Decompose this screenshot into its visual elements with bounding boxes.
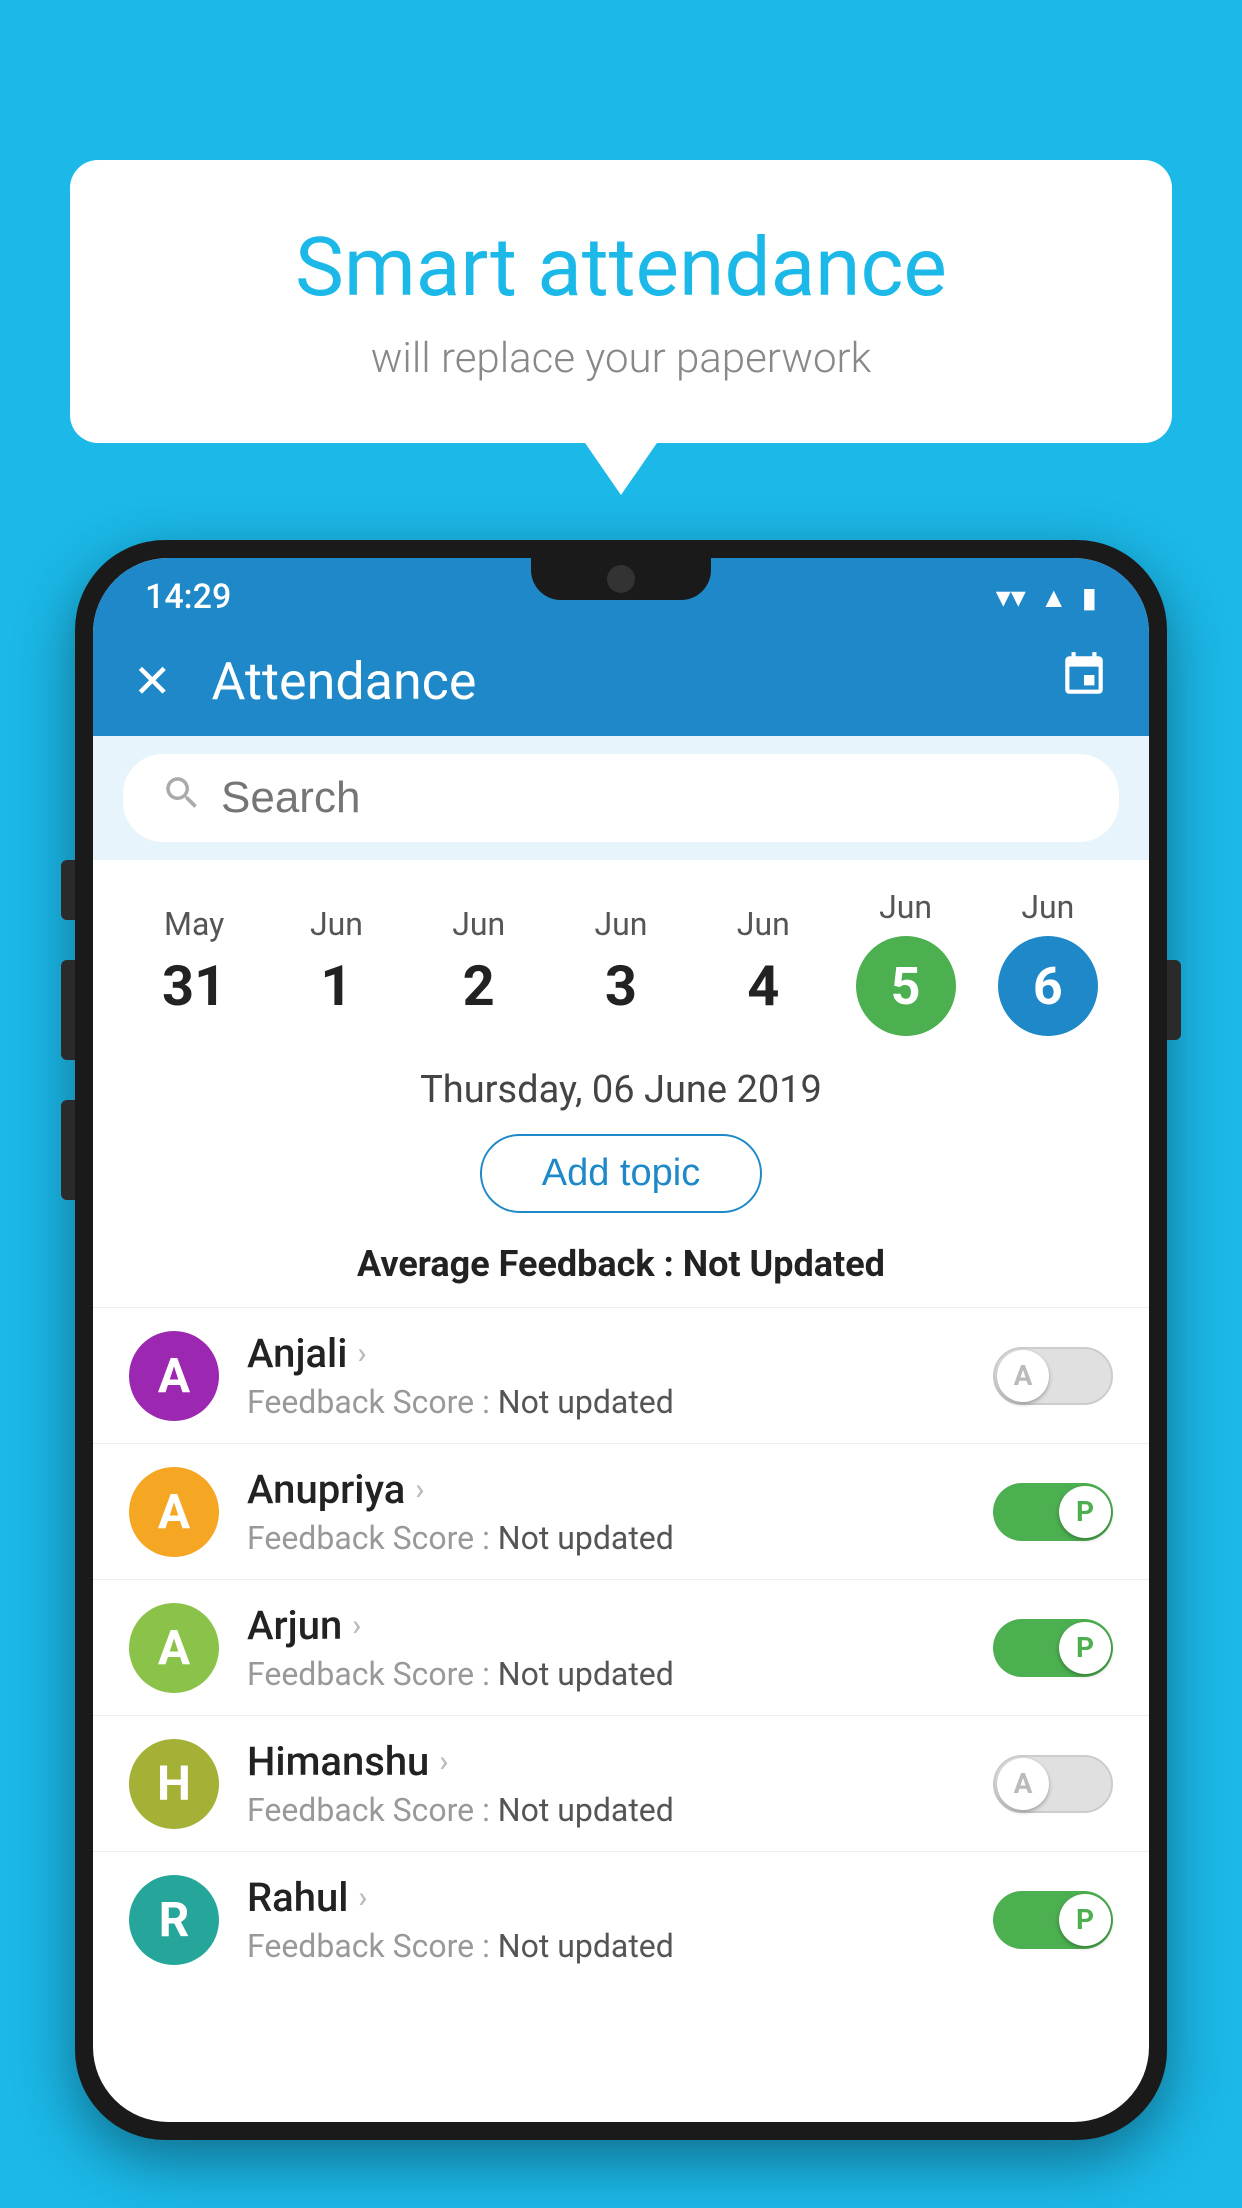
attendance-toggle[interactable]: P (993, 1891, 1113, 1949)
chevron-icon: › (352, 1608, 361, 1643)
date-month: Jun (834, 888, 976, 926)
student-avatar: A (129, 1467, 219, 1557)
side-button-right (1167, 960, 1181, 1040)
date-month: Jun (265, 905, 407, 943)
student-info: Anjali › Feedback Score : Not updated (247, 1330, 965, 1421)
battery-icon: ▮ (1082, 581, 1097, 614)
signal-icon: ▲ (1040, 581, 1068, 614)
search-bar-container (93, 736, 1149, 860)
student-feedback: Feedback Score : Not updated (247, 1791, 965, 1829)
date-heading: Thursday, 06 June 2019 (93, 1046, 1149, 1126)
student-info: Anupriya › Feedback Score : Not updated (247, 1466, 965, 1557)
student-name: Anjali › (247, 1330, 965, 1377)
phone-frame: 14:29 ▾▾ ▲ ▮ ✕ Attendance (75, 540, 1167, 2208)
date-day-selected-green[interactable]: 5 (856, 936, 956, 1036)
date-month: May (123, 905, 265, 943)
date-month: Jun (692, 905, 834, 943)
student-name: Anupriya › (247, 1466, 965, 1513)
student-name: Rahul › (247, 1874, 965, 1921)
date-day[interactable]: 3 (550, 953, 692, 1019)
chevron-icon: › (358, 1880, 367, 1915)
student-item[interactable]: A Arjun › Feedback Score : Not updated P (93, 1579, 1149, 1715)
student-name: Arjun › (247, 1602, 965, 1649)
speech-bubble: Smart attendance will replace your paper… (70, 160, 1172, 443)
toggle-knob: A (997, 1350, 1049, 1402)
date-strip: May31Jun1Jun2Jun3Jun4Jun5Jun6 (93, 860, 1149, 1046)
date-col[interactable]: Jun 4 (692, 905, 834, 1019)
attendance-toggle[interactable]: P (993, 1619, 1113, 1677)
date-col[interactable]: Jun 5 (834, 888, 976, 1036)
student-info: Arjun › Feedback Score : Not updated (247, 1602, 965, 1693)
toggle-knob: P (1059, 1622, 1111, 1674)
bubble-title: Smart attendance (150, 220, 1092, 316)
status-time: 14:29 (145, 577, 231, 617)
student-feedback: Feedback Score : Not updated (247, 1383, 965, 1421)
student-avatar: A (129, 1603, 219, 1693)
close-button[interactable]: ✕ (133, 654, 172, 709)
speech-bubble-container: Smart attendance will replace your paper… (70, 160, 1172, 443)
student-item[interactable]: R Rahul › Feedback Score : Not updated P (93, 1851, 1149, 1987)
avg-feedback-value: Not Updated (683, 1243, 885, 1285)
date-col[interactable]: May 31 (123, 905, 265, 1019)
date-day[interactable]: 31 (123, 953, 265, 1019)
date-month: Jun (408, 905, 550, 943)
phone-outer: 14:29 ▾▾ ▲ ▮ ✕ Attendance (75, 540, 1167, 2140)
student-item[interactable]: A Anjali › Feedback Score : Not updated A (93, 1307, 1149, 1443)
student-feedback: Feedback Score : Not updated (247, 1927, 965, 1965)
phone-screen: 14:29 ▾▾ ▲ ▮ ✕ Attendance (93, 558, 1149, 2122)
app-bar: ✕ Attendance (93, 626, 1149, 736)
toggle-knob: A (997, 1758, 1049, 1810)
student-avatar: R (129, 1875, 219, 1965)
date-col[interactable]: Jun 2 (408, 905, 550, 1019)
student-avatar: A (129, 1331, 219, 1421)
student-item[interactable]: A Anupriya › Feedback Score : Not updated P (93, 1443, 1149, 1579)
student-info: Himanshu › Feedback Score : Not updated (247, 1738, 965, 1829)
date-month: Jun (977, 888, 1119, 926)
date-day[interactable]: 4 (692, 953, 834, 1019)
date-day[interactable]: 2 (408, 953, 550, 1019)
student-feedback: Feedback Score : Not updated (247, 1519, 965, 1557)
phone-camera (607, 565, 635, 593)
student-avatar: H (129, 1739, 219, 1829)
chevron-icon: › (439, 1744, 448, 1779)
student-list: AAnjali ›Feedback Score : Not updatedAAA… (93, 1307, 1149, 1987)
avg-feedback-label: Average Feedback : (357, 1243, 674, 1285)
student-feedback: Feedback Score : Not updated (247, 1655, 965, 1693)
toggle-knob: P (1059, 1894, 1111, 1946)
date-day[interactable]: 1 (265, 953, 407, 1019)
date-col[interactable]: Jun 1 (265, 905, 407, 1019)
toggle-knob: P (1059, 1486, 1111, 1538)
search-bar (123, 754, 1119, 842)
student-item[interactable]: H Himanshu › Feedback Score : Not updated A (93, 1715, 1149, 1851)
chevron-icon: › (415, 1472, 424, 1507)
search-icon (161, 772, 203, 825)
date-month: Jun (550, 905, 692, 943)
status-icons: ▾▾ ▲ ▮ (996, 580, 1097, 615)
wifi-icon: ▾▾ (996, 580, 1026, 615)
side-button-left-1 (61, 860, 75, 920)
chevron-icon: › (357, 1336, 366, 1371)
side-button-left-3 (61, 1100, 75, 1200)
attendance-toggle[interactable]: P (993, 1483, 1113, 1541)
student-info: Rahul › Feedback Score : Not updated (247, 1874, 965, 1965)
date-col[interactable]: Jun 3 (550, 905, 692, 1019)
attendance-toggle[interactable]: A (993, 1347, 1113, 1405)
date-day-selected-blue[interactable]: 6 (998, 936, 1098, 1036)
app-bar-title: Attendance (212, 651, 1019, 712)
bubble-subtitle: will replace your paperwork (150, 334, 1092, 383)
attendance-toggle[interactable]: A (993, 1755, 1113, 1813)
phone-notch (531, 558, 711, 600)
add-topic-button[interactable]: Add topic (480, 1134, 762, 1213)
student-name: Himanshu › (247, 1738, 965, 1785)
side-button-left-2 (61, 960, 75, 1060)
date-col[interactable]: Jun 6 (977, 888, 1119, 1036)
avg-feedback: Average Feedback : Not Updated (93, 1243, 1149, 1307)
calendar-icon[interactable] (1059, 650, 1109, 712)
search-input[interactable] (221, 773, 1081, 823)
